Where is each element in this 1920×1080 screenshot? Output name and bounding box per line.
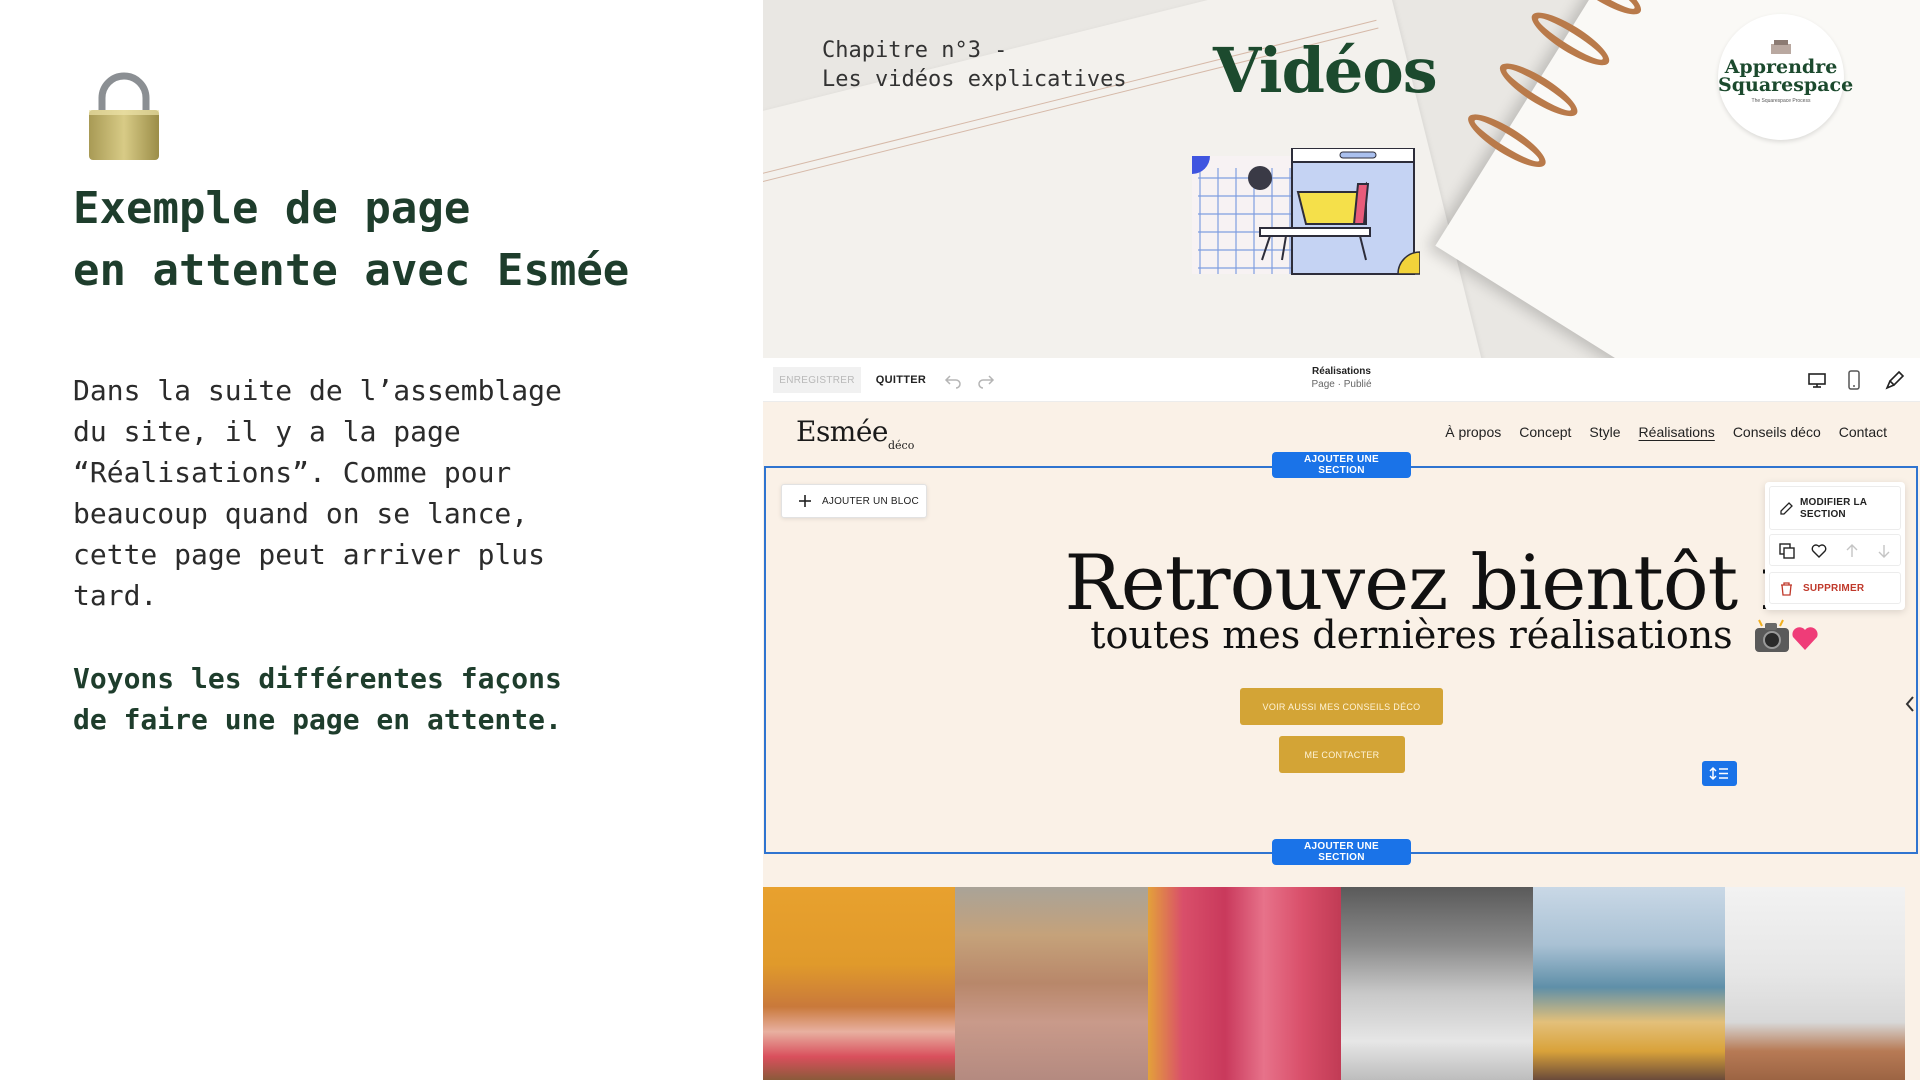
- site-navigation: À propos Concept Style Réalisations Cons…: [1445, 424, 1887, 440]
- gallery-image[interactable]: [1341, 887, 1533, 1080]
- paragraph-line: “Réalisations”. Comme pour: [73, 456, 512, 489]
- gallery-image[interactable]: [1148, 887, 1341, 1080]
- paragraph-line: beaucoup quand on se lance,: [73, 497, 529, 530]
- nav-link-contact[interactable]: Contact: [1839, 424, 1887, 440]
- paragraph-line: cette page peut arriver plus: [73, 538, 546, 571]
- hero-subtitle[interactable]: toutes mes dernières réalisations: [763, 613, 1920, 657]
- nav-link-realisations[interactable]: Réalisations: [1639, 424, 1715, 440]
- logo-tagline: The Squarespace Process: [1751, 98, 1811, 104]
- lock-icon: [89, 72, 159, 160]
- site-logo[interactable]: Esmée: [796, 415, 889, 448]
- desktop-view-icon[interactable]: [1807, 370, 1827, 390]
- gallery-image[interactable]: [955, 887, 1148, 1080]
- nav-link-style[interactable]: Style: [1589, 424, 1620, 440]
- page-name: Réalisations: [1312, 366, 1371, 377]
- typewriter-hands-icon: [1771, 40, 1791, 54]
- conseils-deco-button[interactable]: VOIR AUSSI MES CONSEILS DÉCO: [1240, 688, 1443, 725]
- slide-title-line: Exemple de page: [73, 183, 471, 234]
- slide-text-panel: Exemple de page en attente avec Esmée Da…: [0, 0, 762, 1080]
- add-section-button-top[interactable]: AJOUTER UNE SECTION: [1272, 452, 1411, 478]
- video-illustration-icon: [1192, 148, 1420, 275]
- chapter-line: Chapitre n°3 -: [822, 38, 1008, 63]
- gallery-image[interactable]: [1725, 887, 1905, 1080]
- chevron-left-icon[interactable]: [1900, 684, 1920, 724]
- nav-link-concept[interactable]: Concept: [1519, 424, 1571, 440]
- delete-section-label: SUPPRIMER: [1803, 583, 1865, 594]
- edit-section-button[interactable]: MODIFIER LA SECTION: [1769, 486, 1901, 530]
- image-gallery: [763, 887, 1920, 1080]
- slide-title: Exemple de page en attente avec Esmée: [73, 178, 753, 302]
- nav-link-conseils-deco[interactable]: Conseils déco: [1733, 424, 1821, 440]
- paragraph-line: du site, il y a la page: [73, 415, 461, 448]
- trash-icon: [1781, 582, 1792, 596]
- chapter-line: Les vidéos explicatives: [822, 67, 1127, 92]
- add-block-button[interactable]: AJOUTER UN BLOC: [781, 484, 927, 518]
- camera-heart-emoji-icon: [1754, 619, 1818, 652]
- section-quick-actions: [1769, 534, 1901, 566]
- move-down-icon[interactable]: [1876, 543, 1892, 559]
- edit-section-label: MODIFIER LA SECTION: [1800, 497, 1867, 520]
- spacing-icon: [1709, 766, 1728, 781]
- selected-section-outline[interactable]: [764, 466, 1918, 854]
- heart-icon[interactable]: [1811, 543, 1827, 559]
- add-block-label: AJOUTER UN BLOC: [822, 495, 919, 507]
- duplicate-icon[interactable]: [1779, 543, 1795, 559]
- mobile-view-icon[interactable]: [1844, 369, 1864, 391]
- slide-callout: Voyons les différentes façons de faire u…: [73, 658, 693, 740]
- section-actions-menu: MODIFIER LA SECTION SUPPRIMER: [1765, 482, 1905, 610]
- section-spacing-button[interactable]: [1702, 761, 1737, 786]
- callout-line: de faire une page en attente.: [73, 703, 562, 736]
- slide-paragraph: Dans la suite de l’assemblage du site, i…: [73, 370, 633, 616]
- move-up-icon[interactable]: [1844, 543, 1860, 559]
- chapter-banner: Chapitre n°3 - Les vidéos explicatives V…: [763, 0, 1920, 358]
- delete-section-button[interactable]: SUPPRIMER: [1769, 572, 1901, 604]
- chapter-label: Chapitre n°3 - Les vidéos explicatives: [822, 36, 1127, 94]
- contact-button[interactable]: ME CONTACTER: [1279, 736, 1405, 773]
- plus-icon: [799, 495, 811, 507]
- page-status: Page · Publié: [1311, 379, 1372, 390]
- pencil-icon: [1780, 502, 1793, 515]
- apprendre-squarespace-logo: Apprendre Squarespace The Squarespace Pr…: [1718, 14, 1854, 140]
- add-section-button-bottom[interactable]: AJOUTER UNE SECTION: [1272, 839, 1411, 865]
- site-logo-subtitle: déco: [888, 439, 915, 452]
- gallery-image[interactable]: [763, 887, 955, 1080]
- logo-line: Squarespace: [1718, 74, 1854, 96]
- squarespace-editor: ENREGISTRER QUITTER Réalisations Page · …: [763, 358, 1920, 1080]
- site-styles-brush-icon[interactable]: [1885, 370, 1905, 390]
- spiral-notebook-decoration: [1435, 0, 1920, 358]
- editor-toolbar: ENREGISTRER QUITTER Réalisations Page · …: [763, 358, 1920, 402]
- paragraph-line: Dans la suite de l’assemblage: [73, 374, 562, 407]
- banner-title: Vidéos: [1213, 34, 1438, 107]
- gallery-image[interactable]: [1533, 887, 1725, 1080]
- paragraph-line: tard.: [73, 579, 158, 612]
- callout-line: Voyons les différentes façons: [73, 662, 562, 695]
- site-preview: Esmée déco À propos Concept Style Réalis…: [763, 402, 1920, 1080]
- slide-title-line: en attente avec Esmée: [73, 245, 630, 296]
- hero-subtitle-text: toutes mes dernières réalisations: [1090, 613, 1733, 657]
- nav-link-a-propos[interactable]: À propos: [1445, 424, 1501, 440]
